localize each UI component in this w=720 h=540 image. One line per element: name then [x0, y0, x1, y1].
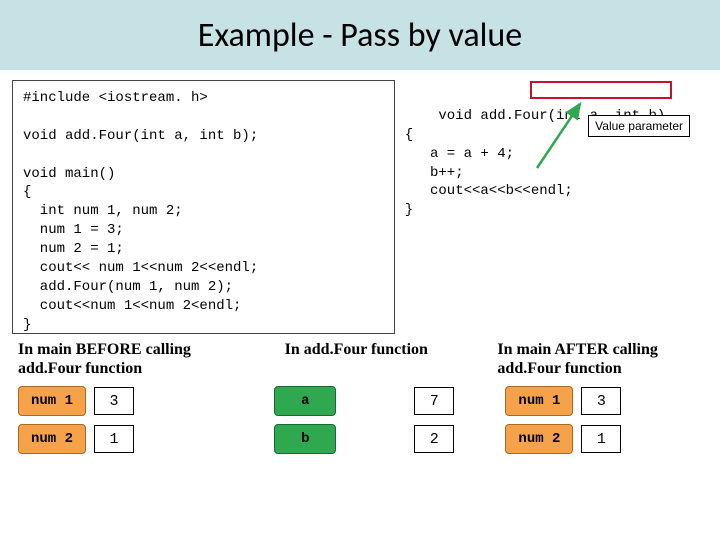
slide-title: Example - Pass by value	[198, 15, 522, 56]
code-block-main: #include <iostream. h> void add.Four(int…	[12, 80, 395, 334]
memory-group-in-function: a 7 b 2	[241, 386, 487, 454]
var-row: num 2 1	[505, 424, 720, 454]
var-label-b: b	[274, 424, 336, 454]
title-bar: Example - Pass by value	[0, 0, 720, 70]
var-row: num 2 1	[18, 424, 223, 454]
captions-row: In main BEFORE calling add.Four function…	[0, 340, 720, 378]
var-value-b: 2	[414, 425, 454, 453]
var-row: b 2	[274, 424, 454, 454]
var-row: num 1 3	[505, 386, 720, 416]
var-label-num2: num 2	[18, 424, 86, 454]
caption-after: In main AFTER calling add.Four function	[489, 340, 720, 378]
var-row: a 7	[274, 386, 454, 416]
memory-group-before: num 1 3 num 2 1	[18, 386, 223, 454]
memory-group-after: num 1 3 num 2 1	[505, 386, 720, 454]
var-value-num2: 1	[94, 425, 134, 453]
var-value-num1: 3	[94, 387, 134, 415]
code-area: #include <iostream. h> void add.Four(int…	[0, 70, 720, 340]
var-label-num1: num 1	[18, 386, 86, 416]
var-label-num2-after: num 2	[505, 424, 573, 454]
var-value-a: 7	[414, 387, 454, 415]
var-value-num1-after: 3	[581, 387, 621, 415]
code-block-function: void add.Four(int a, int b) { a = a + 4;…	[395, 80, 708, 334]
var-label-a: a	[274, 386, 336, 416]
value-parameter-callout: Value parameter	[588, 115, 690, 137]
caption-in-function: In add.Four function	[233, 340, 479, 378]
parameter-highlight-box	[530, 81, 672, 99]
var-value-num2-after: 1	[581, 425, 621, 453]
memory-boxes-row: num 1 3 num 2 1 a 7 b 2 num 1 3 num 2 1	[0, 378, 720, 454]
var-label-num1-after: num 1	[505, 386, 573, 416]
var-row: num 1 3	[18, 386, 223, 416]
caption-before: In main BEFORE calling add.Four function	[18, 340, 223, 378]
